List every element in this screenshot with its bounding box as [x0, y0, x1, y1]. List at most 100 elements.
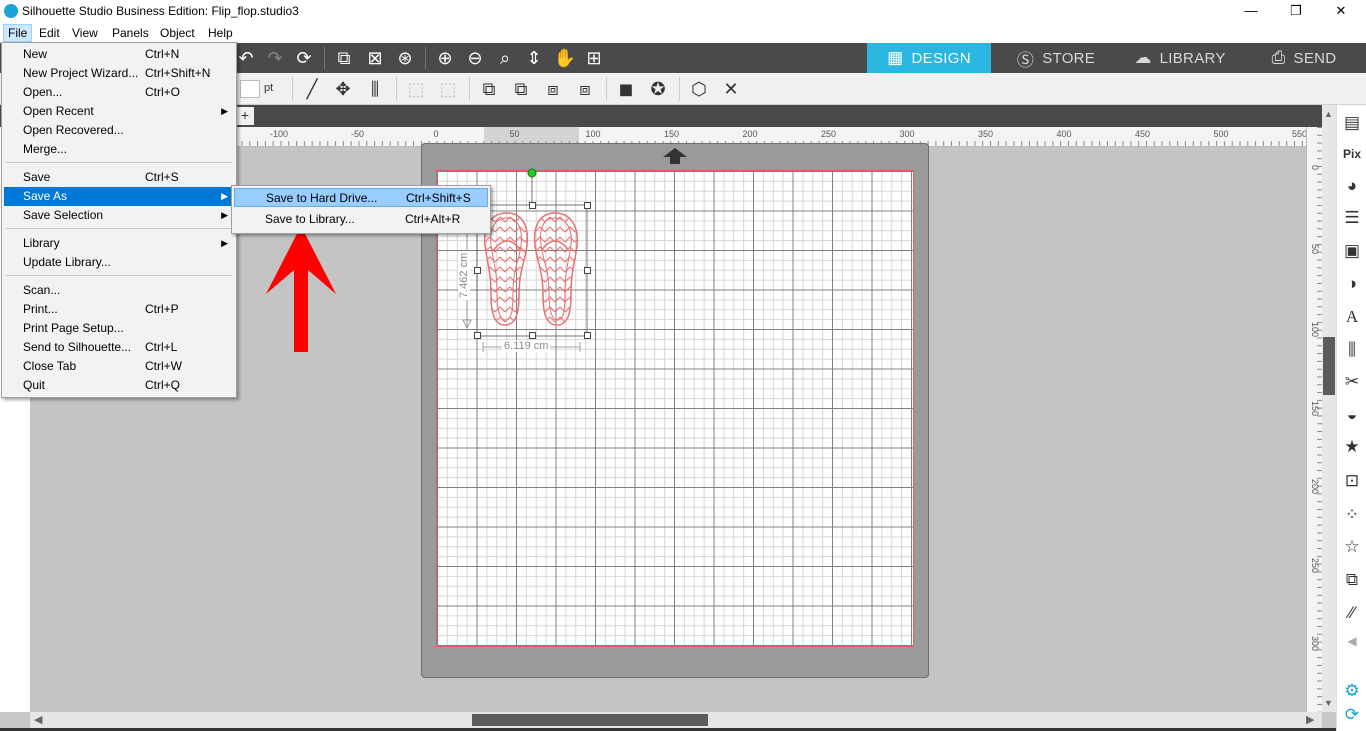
- tab-store[interactable]: Ⓢ STORE: [994, 43, 1118, 73]
- silhouette-app-icon: [4, 4, 18, 18]
- fit-to-page-icon[interactable]: ⊞: [582, 46, 606, 70]
- move-icon[interactable]: ✥: [330, 76, 356, 102]
- bring-to-front-icon[interactable]: ⧉: [476, 76, 502, 102]
- save-as-submenu: Save to Hard Drive... Ctrl+Shift+S Save t…: [231, 185, 491, 234]
- group-icon[interactable]: ⬚: [403, 76, 429, 102]
- grid-icon: ▦: [887, 48, 904, 67]
- image-effects-icon[interactable]: ▣: [1340, 239, 1364, 263]
- menu-edit[interactable]: Edit: [35, 24, 64, 42]
- menu-item-new[interactable]: New Ctrl+N: [4, 45, 234, 64]
- resize-handle[interactable]: [584, 202, 591, 209]
- zoom-select-icon[interactable]: ⌕: [493, 46, 517, 70]
- select-by-color-icon[interactable]: ⊛: [393, 46, 417, 70]
- menu-item-new-project-wizard[interactable]: New Project Wizard... Ctrl+Shift+N: [4, 64, 234, 83]
- settings-gear-icon[interactable]: ⚙: [1340, 679, 1364, 703]
- text-icon[interactable]: A: [1340, 305, 1364, 329]
- collapse-panel-icon[interactable]: ◀: [1340, 629, 1364, 653]
- menu-item-save[interactable]: Save Ctrl+S: [4, 168, 234, 187]
- menu-item-scan[interactable]: Scan...: [4, 281, 234, 300]
- align-icon[interactable]: ⫼: [362, 76, 388, 102]
- transform-icon[interactable]: ✂: [1340, 370, 1364, 394]
- menu-item-open-recovered[interactable]: Open Recovered...: [4, 121, 234, 140]
- scroll-up-arrow-icon[interactable]: ▲: [1324, 109, 1334, 119]
- scroll-right-arrow-icon[interactable]: ▶: [1306, 713, 1314, 726]
- refresh-icon[interactable]: ⟳: [1340, 703, 1364, 727]
- menu-help[interactable]: Help: [204, 24, 237, 42]
- menu-item-save-to-library[interactable]: Save to Library... Ctrl+Alt+R: [234, 210, 488, 229]
- submenu-arrow-icon: ▶: [221, 106, 228, 116]
- new-tab-button[interactable]: +: [236, 107, 254, 125]
- ruler-tick-label: 250: [1310, 557, 1320, 573]
- menu-item-quit[interactable]: Quit Ctrl+Q: [4, 376, 234, 395]
- menu-view[interactable]: View: [68, 24, 102, 42]
- menu-item-library[interactable]: Library ▶: [4, 234, 234, 253]
- line-width-input[interactable]: [240, 80, 260, 98]
- zoom-out-icon[interactable]: ⊖: [463, 46, 487, 70]
- scroll-down-arrow-icon[interactable]: ▼: [1324, 698, 1334, 708]
- sketch-icon[interactable]: ⁄⁄: [1340, 601, 1364, 625]
- pan-hand-icon[interactable]: ✋: [553, 46, 577, 70]
- menu-item-print-page-setup[interactable]: Print Page Setup...: [4, 319, 234, 338]
- pixscan-icon[interactable]: Pix: [1340, 142, 1364, 166]
- resize-handle[interactable]: [584, 267, 591, 274]
- menu-item-send-to-silhouette[interactable]: Send to Silhouette... Ctrl+L: [4, 338, 234, 357]
- resize-handle[interactable]: [474, 267, 481, 274]
- delete-icon[interactable]: ✕: [718, 76, 744, 102]
- contrast-icon[interactable]: ◑: [1340, 272, 1364, 296]
- menu-item-save-as[interactable]: Save As ▶: [4, 187, 234, 206]
- library-panel-icon[interactable]: ⧉: [1340, 568, 1364, 592]
- submenu-arrow-icon: ▶: [221, 210, 228, 220]
- trace-icon[interactable]: ⊡: [1340, 469, 1364, 493]
- menu-item-print[interactable]: Print... Ctrl+P: [4, 300, 234, 319]
- menu-file[interactable]: File: [3, 24, 33, 42]
- menu-item-save-selection[interactable]: Save Selection ▶: [4, 206, 234, 225]
- menu-item-merge[interactable]: Merge...: [4, 140, 234, 159]
- menu-item-open[interactable]: Open... Ctrl+O: [4, 83, 234, 102]
- redo-icon[interactable]: ↷: [263, 46, 287, 70]
- bring-forward-icon[interactable]: ⧈: [540, 76, 566, 102]
- undo-icon[interactable]: ↶: [234, 46, 258, 70]
- deselect-icon[interactable]: ⊠: [363, 46, 387, 70]
- vertical-scrollbar[interactable]: ▲ ▼: [1322, 105, 1336, 712]
- resize-handle[interactable]: [584, 332, 591, 339]
- fill-color-palette-icon[interactable]: ◕: [1340, 174, 1364, 198]
- ungroup-icon[interactable]: ⬚: [435, 76, 461, 102]
- page-setup-icon[interactable]: ▤: [1340, 111, 1364, 135]
- tab-design[interactable]: ▦ DESIGN: [867, 43, 991, 73]
- resize-handle[interactable]: [474, 332, 481, 339]
- send-to-back-icon[interactable]: ⧉: [508, 76, 534, 102]
- horizontal-scroll-thumb[interactable]: [472, 714, 708, 726]
- horizontal-scrollbar[interactable]: ◀ ▶: [30, 712, 1322, 728]
- menu-panels[interactable]: Panels: [108, 24, 153, 42]
- menu-item-close-tab[interactable]: Close Tab Ctrl+W: [4, 357, 234, 376]
- minimize-button[interactable]: —: [1228, 0, 1274, 23]
- vertical-scroll-thumb[interactable]: [1323, 337, 1335, 395]
- menu-item-open-recent[interactable]: Open Recent ▶: [4, 102, 234, 121]
- close-button[interactable]: ✕: [1318, 0, 1364, 23]
- menu-object[interactable]: Object: [156, 24, 199, 42]
- tab-send[interactable]: ⎙ SEND: [1242, 43, 1366, 73]
- offset-star-icon[interactable]: ✪: [645, 76, 671, 102]
- resize-handle[interactable]: [529, 202, 536, 209]
- select-all-icon[interactable]: ⧉: [332, 46, 356, 70]
- menu-bar: File Edit View Panels Object Help: [0, 23, 1366, 43]
- resize-handle[interactable]: [529, 332, 536, 339]
- line-style-panel-icon[interactable]: ☰: [1340, 206, 1364, 230]
- zoom-in-icon[interactable]: ⊕: [433, 46, 457, 70]
- replicate-panel-icon[interactable]: ⁘: [1340, 503, 1364, 527]
- restore-button[interactable]: ❐: [1273, 0, 1319, 23]
- send-backward-icon[interactable]: ⧈: [572, 76, 598, 102]
- align-panel-icon[interactable]: ⫼: [1340, 338, 1364, 362]
- scroll-left-arrow-icon[interactable]: ◀: [34, 713, 42, 726]
- menu-item-update-library[interactable]: Update Library...: [4, 253, 234, 272]
- modify-icon[interactable]: ◒: [1340, 403, 1364, 427]
- star-outline-icon[interactable]: ☆: [1340, 535, 1364, 559]
- tab-library[interactable]: ☁ LIBRARY: [1118, 43, 1242, 73]
- drag-down-icon[interactable]: ⇕: [522, 46, 546, 70]
- replicate-icon[interactable]: ⬡: [686, 76, 712, 102]
- offset-icon[interactable]: ★: [1340, 435, 1364, 459]
- weld-icon[interactable]: ◼: [613, 76, 639, 102]
- menu-item-save-to-hard-drive[interactable]: Save to Hard Drive... Ctrl+Shift+S: [234, 188, 488, 207]
- redraw-icon[interactable]: ⟳: [292, 46, 316, 70]
- line-style-icon[interactable]: ╱: [299, 76, 325, 102]
